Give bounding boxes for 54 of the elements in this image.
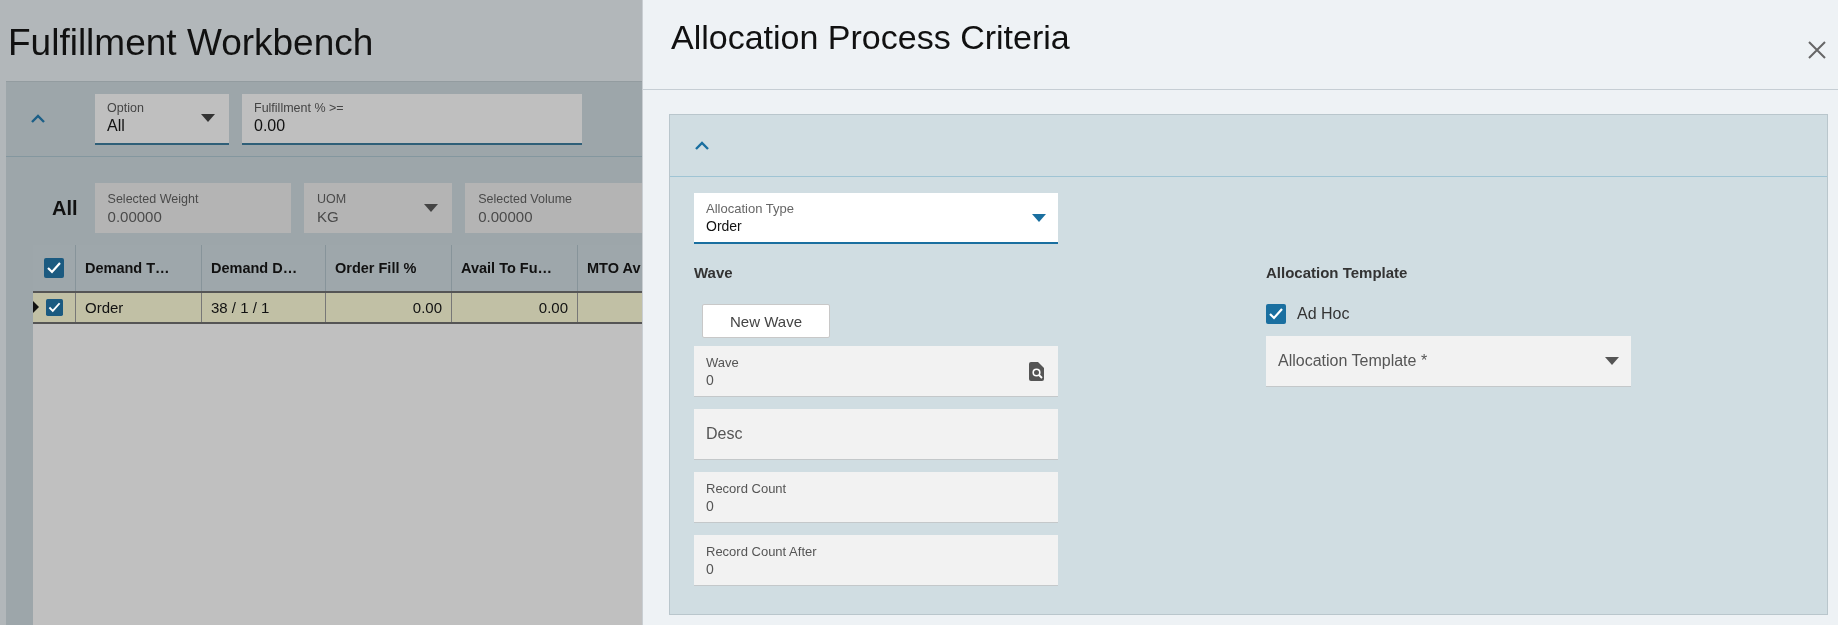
text-field[interactable]: Fulfillment % >= 0.00 — [242, 93, 582, 145]
close-icon — [1808, 40, 1826, 59]
drawer-title: Allocation Process Criteria — [671, 18, 1070, 57]
field-value: 0.00 — [254, 117, 287, 135]
current-row-icon — [33, 301, 39, 313]
text-field[interactable]: Record Count 0 — [694, 472, 1058, 523]
field-label: Selected Weight — [107, 191, 200, 206]
field-value: 0.00000 — [107, 207, 163, 225]
field-label: Allocation Type — [706, 201, 795, 216]
field-value: 0.00000 — [478, 207, 534, 225]
dropdown-caret-icon — [1605, 357, 1619, 365]
checkbox[interactable] — [45, 299, 63, 316]
option-dropdown[interactable]: Option All — [95, 93, 229, 145]
dropdown-caret-icon — [201, 114, 215, 122]
checkbox[interactable] — [1266, 304, 1286, 324]
table-cell: 0.00 — [538, 299, 568, 316]
allocation-type-dropdown[interactable]: Allocation Type Order — [694, 193, 1058, 244]
allocation-template-dropdown[interactable]: Allocation Template * — [1266, 336, 1631, 387]
collapse-chevron-icon[interactable] — [694, 140, 710, 151]
table-cell: 38 / 1 / 1 — [211, 299, 270, 316]
new-wave-button[interactable]: New Wave — [702, 304, 830, 338]
field-label: Wave — [706, 354, 740, 370]
selection-label: All — [52, 196, 78, 220]
uom-dropdown[interactable]: UOM KG — [303, 183, 453, 233]
dropdown-caret-icon — [1032, 213, 1046, 222]
document-search-icon[interactable] — [1028, 361, 1044, 381]
text-input[interactable]: Allocation Template * — [1278, 352, 1597, 370]
field-label: Selected Volume — [478, 191, 574, 206]
page-title: Fulfillment Workbench — [7, 21, 375, 65]
field-label: Option — [107, 101, 145, 115]
field-value: 0 — [706, 560, 715, 577]
table-cell: Order — [85, 299, 124, 316]
lookup-field[interactable]: Wave 0 — [694, 346, 1058, 397]
section-heading: Allocation Template — [1266, 264, 1409, 283]
field-label: Record Count After — [706, 543, 818, 559]
text-input[interactable]: Desc — [706, 425, 1044, 443]
field-value: 0 — [706, 371, 715, 388]
close-button[interactable] — [1808, 40, 1826, 59]
collapse-chevron-icon[interactable] — [30, 114, 46, 124]
text-field[interactable]: Record Count After 0 — [694, 535, 1058, 586]
table-row[interactable]: Order 38 / 1 / 1 0.00 0.00 — [33, 291, 642, 324]
section-heading: Wave — [694, 264, 734, 283]
checkbox[interactable] — [44, 258, 64, 278]
field-value: All — [107, 117, 126, 135]
table-cell: 0.00 — [412, 299, 442, 316]
field-label: UOM — [316, 191, 348, 206]
field-value: KG — [316, 207, 340, 225]
field-value: Order — [706, 218, 743, 234]
field-value: 0 — [706, 497, 715, 514]
checkbox-label: Ad Hoc — [1297, 305, 1350, 323]
dropdown-caret-icon — [424, 204, 439, 212]
field-label: Record Count — [706, 480, 788, 496]
text-field[interactable]: Desc — [694, 409, 1058, 460]
field-label: Fulfillment % >= — [254, 101, 345, 115]
